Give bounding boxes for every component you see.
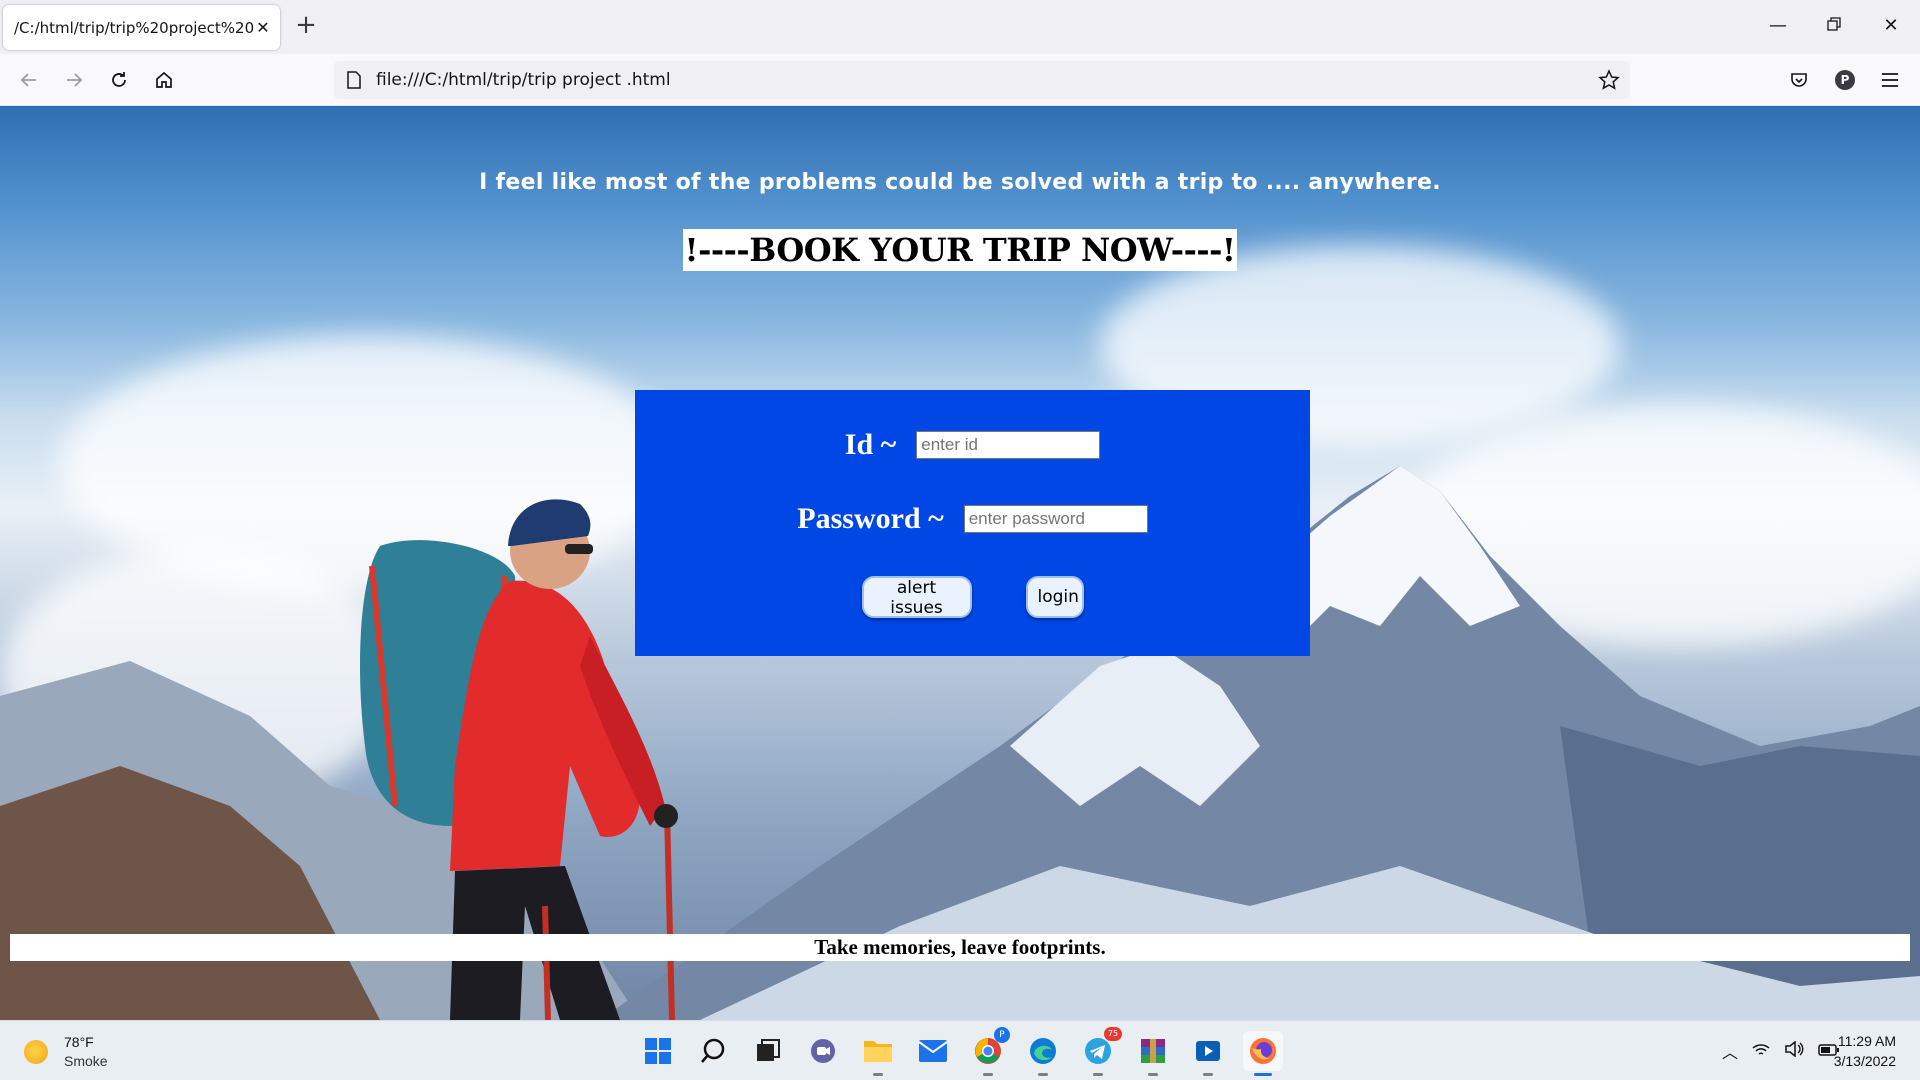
menu-icon[interactable]	[1874, 64, 1906, 96]
media-player-icon[interactable]	[1188, 1031, 1228, 1076]
system-tray: ︿	[1708, 1039, 1840, 1063]
travel-quote: I feel like most of the problems could b…	[479, 170, 1441, 195]
task-view-icon[interactable]	[748, 1031, 788, 1071]
id-row: Id ~	[635, 428, 1310, 462]
weather-condition: Smoke	[64, 1053, 108, 1069]
windows-taskbar: 78°F Smoke P 75 ︿ 11:29 AM 3/13/2022	[0, 1020, 1920, 1080]
back-icon[interactable]	[13, 64, 45, 96]
wifi-icon[interactable]	[1752, 1042, 1770, 1061]
weather-sun-icon	[24, 1040, 48, 1064]
telegram-icon[interactable]: 75	[1078, 1027, 1122, 1076]
button-row: alert issues login	[635, 576, 1310, 618]
teams-chat-icon[interactable]	[803, 1031, 843, 1071]
pocket-icon[interactable]	[1783, 64, 1815, 96]
new-tab-icon[interactable]: +	[291, 11, 321, 41]
navigation-toolbar: file:///C:/html/trip/trip project .html …	[0, 54, 1920, 106]
page-viewport: I feel like most of the problems could b…	[0, 106, 1920, 1020]
bookmark-star-icon[interactable]	[1598, 69, 1620, 95]
footer-band: Take memories, leave footprints.	[10, 934, 1910, 961]
weather-temperature: 78°F	[64, 1034, 94, 1050]
password-row: Password ~	[635, 502, 1310, 536]
home-icon[interactable]	[148, 64, 180, 96]
page-icon	[346, 71, 362, 93]
book-trip-headline: !----BOOK YOUR TRIP NOW----!	[682, 229, 1238, 271]
alert-issues-button[interactable]: alert issues	[861, 576, 972, 618]
volume-icon[interactable]	[1784, 1040, 1804, 1061]
clock-time: 11:29 AM	[1837, 1033, 1896, 1049]
id-input[interactable]	[916, 431, 1101, 459]
footer-slogan: Take memories, leave footprints.	[814, 935, 1106, 959]
login-button[interactable]: login	[1025, 576, 1084, 618]
weather-widget[interactable]: 78°F Smoke	[24, 1033, 108, 1071]
browser-tab[interactable]: /C:/html/trip/trip%20project%20.html ✕	[3, 5, 280, 50]
chrome-icon[interactable]: P	[968, 1027, 1010, 1076]
login-panel: Id ~ Password ~ alert issues login	[635, 390, 1310, 656]
start-icon[interactable]	[638, 1031, 678, 1071]
id-label: Id ~	[844, 428, 897, 461]
headline-container: !----BOOK YOUR TRIP NOW----!	[0, 229, 1920, 271]
mail-icon[interactable]	[913, 1031, 953, 1071]
edge-icon[interactable]	[1023, 1031, 1063, 1076]
close-window-icon[interactable]: ✕	[1871, 11, 1911, 41]
clock-date: 3/13/2022	[1833, 1053, 1896, 1069]
address-bar[interactable]: file:///C:/html/trip/trip project .html	[334, 61, 1630, 99]
forward-icon[interactable]	[58, 64, 90, 96]
firefox-icon[interactable]	[1243, 1031, 1283, 1076]
system-clock[interactable]: 11:29 AM 3/13/2022	[1834, 1031, 1896, 1071]
url-text[interactable]: file:///C:/html/trip/trip project .html	[376, 70, 671, 90]
password-label: Password ~	[797, 502, 944, 535]
tab-bar: /C:/html/trip/trip%20project%20.html ✕ +…	[0, 0, 1920, 54]
search-icon[interactable]	[693, 1031, 733, 1071]
account-avatar-icon[interactable]: P	[1829, 64, 1861, 96]
tab-title: /C:/html/trip/trip%20project%20.html	[14, 18, 254, 37]
minimize-icon[interactable]: —	[1758, 11, 1798, 41]
taskbar-apps: P 75	[638, 1027, 1298, 1076]
file-explorer-icon[interactable]	[858, 1031, 898, 1076]
close-tab-icon[interactable]: ✕	[254, 18, 272, 37]
restore-icon[interactable]	[1814, 11, 1854, 41]
chrome-profile-badge: P	[994, 1027, 1010, 1043]
chevron-up-icon[interactable]: ︿	[1722, 1039, 1738, 1063]
password-input[interactable]	[963, 505, 1148, 533]
winrar-icon[interactable]	[1133, 1031, 1173, 1076]
reload-icon[interactable]	[103, 64, 135, 96]
telegram-unread-badge: 75	[1104, 1027, 1122, 1041]
